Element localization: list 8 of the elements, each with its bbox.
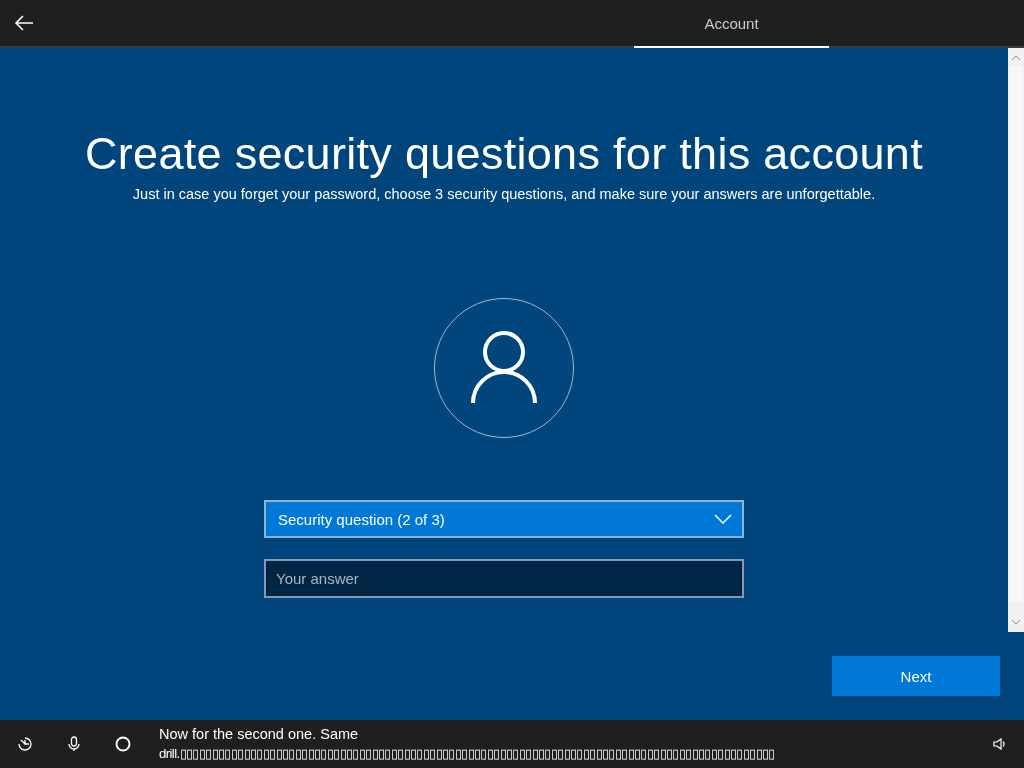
account-tab[interactable]: Account xyxy=(634,0,829,48)
caption-text: Now for the second one. Same xyxy=(159,725,359,744)
next-button[interactable]: Next xyxy=(832,656,1000,696)
answer-field[interactable]: Your answer xyxy=(264,559,744,598)
subtitle-text: Just in case you forget your password, choose 3 security questions, and make sure your answers are unforgettable. xyxy=(132,186,876,202)
page-heading: Create security questions for this account xyxy=(85,128,923,180)
security-question-dropdown[interactable]: Security question (2 of 3) xyxy=(264,500,744,538)
caption-text: drill.▯▯▯▯▯▯▯▯▯▯▯▯▯▯▯▯▯▯▯▯▯▯▯▯▯▯▯▯▯▯▯▯▯▯▯▯▯▯▯▯▯▯▯▯▯▯▯▯▯▯▯▯▯▯▯▯▯▯▯▯▯▯▯▯▯▯▯▯▯▯▯▯▯▯▯▯▯▯▯▯▯▯▯▯▯▯▯▯▯▯▯▯▯ xyxy=(159,745,775,763)
